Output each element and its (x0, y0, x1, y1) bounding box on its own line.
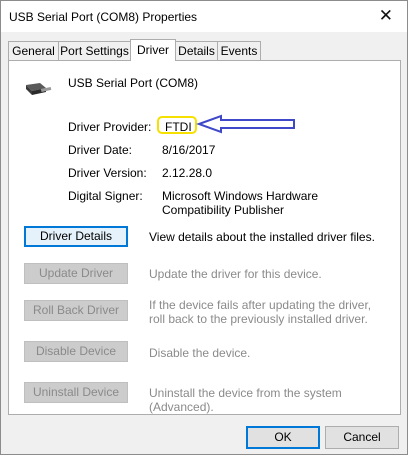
title-bar[interactable]: USB Serial Port (COM8) Properties ✕ (1, 1, 407, 32)
disable-device-description: Disable the device. (149, 346, 251, 360)
uninstall-device-button[interactable]: Uninstall Device (24, 382, 128, 403)
close-icon[interactable]: ✕ (379, 6, 393, 26)
disable-device-button[interactable]: Disable Device (24, 341, 128, 362)
tab-general[interactable]: General (8, 41, 59, 60)
digital-signer-label: Digital Signer: (68, 189, 143, 203)
driver-details-button[interactable]: Driver Details (24, 226, 128, 247)
update-driver-description: Update the driver for this device. (149, 267, 322, 281)
roll-back-driver-description: If the device fails after updating the d… (149, 298, 372, 326)
driver-date-label: Driver Date: (68, 143, 133, 157)
driver-panel: USB Serial Port (COM8) Driver Provider: … (8, 60, 401, 415)
driver-provider-value: FTDI (157, 116, 197, 134)
ok-button[interactable]: OK (246, 426, 320, 449)
driver-version-label: Driver Version: (68, 166, 147, 180)
uninstall-device-description: Uninstall the device from the system (Ad… (149, 386, 342, 414)
tab-events[interactable]: Events (217, 41, 261, 60)
properties-dialog: USB Serial Port (COM8) Properties ✕ Gene… (0, 0, 408, 455)
tab-details[interactable]: Details (175, 41, 218, 60)
digital-signer-value: Microsoft Windows Hardware Compatibility… (162, 189, 319, 217)
device-name: USB Serial Port (COM8) (68, 76, 199, 90)
roll-back-driver-button[interactable]: Roll Back Driver (24, 300, 128, 321)
tab-port-settings[interactable]: Port Settings (58, 41, 131, 60)
driver-version-value: 2.12.28.0 (162, 166, 213, 180)
driver-date-value: 8/16/2017 (162, 143, 216, 157)
tab-driver[interactable]: Driver (130, 39, 176, 61)
usb-connector-icon (26, 83, 52, 95)
update-driver-button[interactable]: Update Driver (24, 263, 128, 284)
window-title: USB Serial Port (COM8) Properties (9, 10, 198, 24)
cancel-button[interactable]: Cancel (325, 426, 399, 449)
driver-provider-label: Driver Provider: (68, 120, 152, 134)
driver-details-description: View details about the installed driver … (149, 230, 375, 244)
